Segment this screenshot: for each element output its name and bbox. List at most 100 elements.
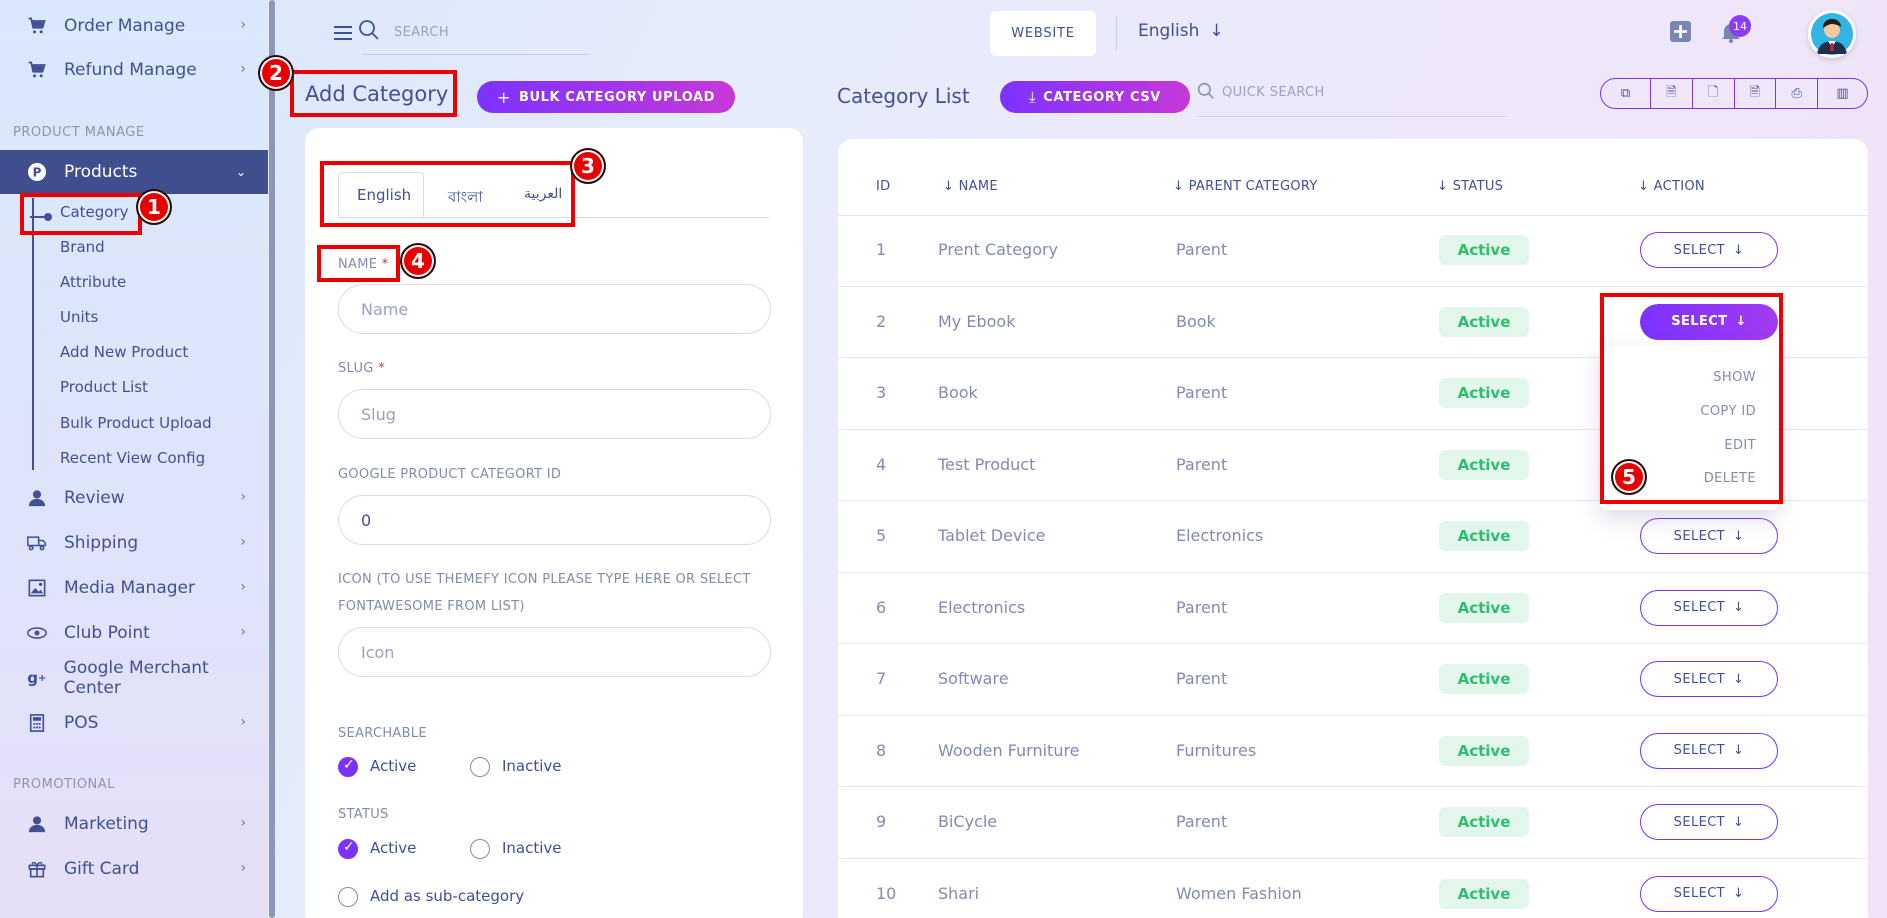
- sidebar-scrollbar[interactable]: [268, 0, 276, 918]
- category-csv-label: CATEGORY CSV: [1043, 89, 1161, 105]
- status-active-radio[interactable]: [338, 839, 358, 859]
- sidebar-item-marketing[interactable]: Marketing ›: [0, 802, 268, 846]
- sidebar-subitem-attribute[interactable]: Attribute: [60, 270, 126, 294]
- chevron-right-icon: ›: [240, 534, 246, 550]
- cell-id: 2: [876, 311, 887, 331]
- cell-parent: Furnitures: [1176, 740, 1257, 760]
- language-label: English: [1138, 21, 1200, 41]
- hamburger-menu-icon[interactable]: [333, 24, 353, 46]
- cell-id: 3: [876, 383, 887, 402]
- language-selector[interactable]: English ↓: [1138, 21, 1224, 41]
- sidebar-item-gift-card[interactable]: Gift Card ›: [0, 847, 268, 891]
- add-square-icon[interactable]: [1670, 21, 1691, 46]
- searchable-inactive-radio[interactable]: [470, 757, 490, 777]
- notification-badge: 14: [1729, 15, 1751, 37]
- status-active-label: Active: [370, 839, 417, 857]
- arrow-down-icon: ↓: [1733, 814, 1745, 830]
- select-action-button[interactable]: SELECT ↓: [1640, 732, 1778, 769]
- sidebar-item-label: Media Manager: [64, 578, 195, 598]
- name-input[interactable]: [338, 284, 771, 334]
- sidebar-subitem-add-new-product[interactable]: Add New Product: [60, 340, 188, 364]
- header-action-label: ACTION: [1653, 179, 1705, 194]
- sidebar-item-google-merchant-center[interactable]: g + Google Merchant Center: [0, 656, 268, 700]
- category-csv-button[interactable]: ⤓ CATEGORY CSV: [1000, 81, 1190, 113]
- sidebar-item-refund-manage[interactable]: Refund Manage ›: [0, 48, 268, 92]
- search-icon[interactable]: [358, 19, 380, 45]
- sidebar-item-club-point[interactable]: Club Point ›: [0, 611, 268, 655]
- arrow-down-icon: ↓: [1733, 743, 1745, 758]
- header-parent-category[interactable]: ↓ PARENT CATEGORY: [1173, 179, 1318, 194]
- select-action-label: SELECT: [1673, 886, 1726, 901]
- arrow-down-icon: ↓: [1733, 528, 1745, 544]
- select-action-button[interactable]: SELECT ↓: [1640, 804, 1778, 840]
- bulk-category-upload-label: BULK CATEGORY UPLOAD: [518, 89, 716, 105]
- cell-id: 1: [876, 240, 887, 259]
- select-action-button[interactable]: SELECT ↓: [1640, 518, 1778, 554]
- select-action-label: SELECT: [1673, 528, 1726, 544]
- avatar[interactable]: [1808, 10, 1856, 58]
- sidebar-item-media-manager[interactable]: Media Manager ›: [0, 566, 268, 610]
- google-category-input[interactable]: [338, 495, 771, 545]
- sidebar-item-review[interactable]: Review ›: [0, 476, 268, 520]
- select-action-button[interactable]: SELECT ↓: [1640, 661, 1778, 697]
- icon-label-line-2: FONTAWESOME FROM LIST): [338, 599, 525, 614]
- pdf-button[interactable]: 🗎: [1735, 79, 1777, 108]
- annotation-badge-1: 1: [136, 189, 172, 225]
- select-action-button[interactable]: SELECT ↓: [1640, 589, 1778, 626]
- search-input[interactable]: [382, 18, 592, 46]
- annotation-box-2: [290, 70, 457, 117]
- cell-parent: Parent: [1176, 812, 1228, 831]
- scrollbar-thumb[interactable]: [269, 0, 275, 918]
- header-id[interactable]: ID: [876, 179, 890, 194]
- svg-text:P: P: [33, 166, 42, 180]
- row-divider: [838, 571, 1868, 573]
- row-divider: [838, 285, 1868, 287]
- website-button[interactable]: WEBSITE: [990, 11, 1096, 56]
- slug-label-text: SLUG: [338, 361, 374, 376]
- slug-input[interactable]: [338, 389, 771, 439]
- pdf-file-icon: 🗎: [1749, 84, 1761, 100]
- sidebar-item-order-manage[interactable]: Order Manage ›: [0, 4, 268, 48]
- header-status[interactable]: ↓ STATUS: [1437, 179, 1503, 194]
- sidebar-subitem-recent-view-config[interactable]: Recent View Config: [60, 446, 205, 470]
- copy-button[interactable]: ⧉: [1601, 79, 1651, 108]
- cell-parent: Women Fashion: [1176, 883, 1302, 903]
- searchable-active-radio[interactable]: [338, 757, 358, 777]
- bulk-category-upload-button[interactable]: + BULK CATEGORY UPLOAD: [477, 81, 735, 113]
- arrow-down-icon: ↓: [1733, 600, 1745, 615]
- excel-button[interactable]: 🗎: [1651, 79, 1693, 108]
- icon-input[interactable]: [338, 627, 771, 677]
- user-icon: [26, 813, 48, 835]
- sub-category-checkbox[interactable]: [338, 887, 358, 907]
- csv-button[interactable]: 🗋: [1693, 79, 1735, 108]
- select-action-button[interactable]: SELECT ↓: [1640, 232, 1778, 268]
- google-plus-icon: g +: [27, 669, 47, 687]
- sidebar-subitem-units[interactable]: Units: [60, 305, 98, 329]
- sidebar-subitem-bulk-product-upload[interactable]: Bulk Product Upload: [60, 411, 212, 435]
- quick-search-input[interactable]: [1212, 78, 1504, 106]
- cart-icon: [26, 15, 48, 37]
- status-badge: Active: [1439, 735, 1529, 766]
- status-badge: Active: [1439, 521, 1529, 551]
- status-inactive-radio[interactable]: [470, 839, 490, 859]
- chevron-right-icon: ›: [240, 624, 246, 640]
- sidebar-subitem-brand[interactable]: Brand: [60, 235, 105, 259]
- sidebar-item-products[interactable]: P Products ⌄: [0, 150, 268, 194]
- select-action-button[interactable]: SELECT ↓: [1640, 875, 1778, 912]
- quick-search-underline: [1198, 116, 1506, 117]
- sidebar-item-shipping[interactable]: Shipping ›: [0, 521, 268, 565]
- cell-id: 5: [876, 526, 887, 545]
- cell-parent: Book: [1176, 311, 1216, 331]
- print-button[interactable]: ⎙: [1776, 79, 1819, 108]
- annotation-box-3: [320, 161, 575, 227]
- header-name[interactable]: ↓ NAME: [943, 179, 998, 194]
- sidebar-subitem-product-list[interactable]: Product List: [60, 375, 148, 399]
- sidebar-item-label: Review: [64, 488, 125, 508]
- cart-icon: [26, 59, 48, 81]
- cell-name: Shari: [938, 883, 980, 903]
- sort-arrow-icon: ↓: [1638, 179, 1654, 194]
- sidebar-item-pos[interactable]: POS ›: [0, 701, 268, 745]
- header-action[interactable]: ↓ ACTION: [1638, 179, 1705, 194]
- columns-button[interactable]: ▥: [1818, 79, 1867, 108]
- cell-name: BiCycle: [938, 812, 998, 831]
